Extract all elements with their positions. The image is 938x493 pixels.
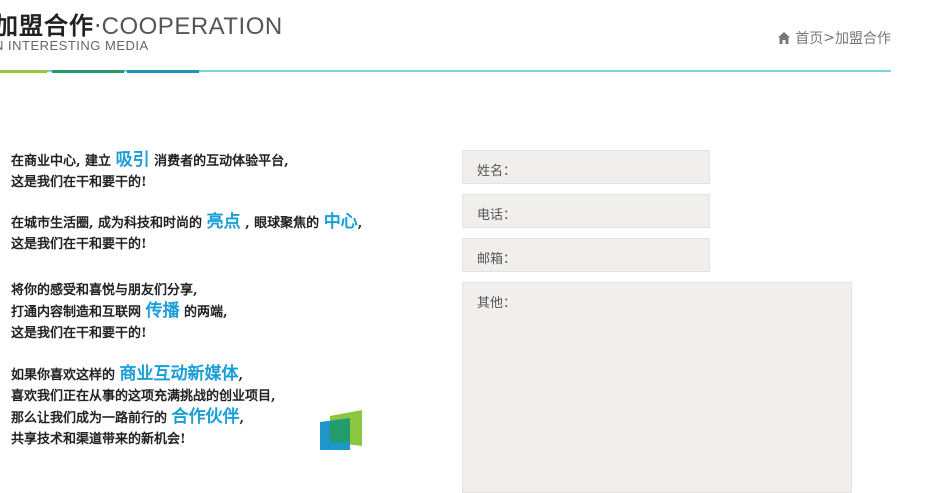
title-chinese: 加盟合作 (0, 12, 94, 40)
email-field: 邮箱： (462, 238, 710, 272)
intro-paragraph-3: 将你的感受和喜悦与朋友们分享, 打通内容制造和互联网 传播 的两端, 这是我们在… (11, 280, 228, 344)
intro-line: 将你的感受和喜悦与朋友们分享, (11, 283, 198, 298)
highlight-text: 商业互动新媒体 (119, 364, 239, 384)
name-field: 姓名： (462, 150, 710, 184)
intro-line: 在商业中心, 建立 吸引 消费者的互动体验平台, (11, 150, 289, 170)
other-textarea[interactable] (463, 283, 851, 492)
page-title: 加盟合作·COOPERATION (0, 6, 283, 41)
divider-segment-darkgreen (52, 70, 124, 73)
header-divider (0, 70, 891, 73)
phone-input[interactable] (463, 195, 709, 227)
name-input[interactable] (463, 151, 709, 183)
intro-line: 共享技术和渠道带来的新机会! (11, 432, 186, 447)
other-field: 其他： (462, 282, 852, 493)
intro-line: 在城市生活圈, 成为科技和时尚的 亮点 , 眼球聚焦的 中心, (11, 212, 363, 232)
highlight-text: 传播 (145, 301, 180, 321)
title-separator: · (94, 12, 102, 40)
highlight-text: 吸引 (115, 150, 150, 170)
intro-line: 喜欢我们正在从事的这项充满挑战的创业项目, (11, 389, 276, 404)
phone-field: 电话： (462, 194, 710, 228)
intro-line: 这是我们在干和要干的! (11, 175, 147, 190)
page-subtitle: N INTERESTING MEDIA (0, 38, 149, 53)
highlight-text: 合作伙伴 (171, 407, 240, 427)
divider-segment-blue (127, 70, 199, 73)
intro-paragraph-4: 如果你喜欢这样的 商业互动新媒体, 喜欢我们正在从事的这项充满挑战的创业项目, … (11, 364, 276, 450)
breadcrumb: 首页 > 加盟合作 (777, 28, 891, 48)
title-english: COOPERATION (101, 13, 283, 40)
intro-line: 如果你喜欢这样的 商业互动新媒体, (11, 364, 244, 384)
breadcrumb-home-link[interactable]: 首页 (795, 28, 823, 48)
breadcrumb-current-link[interactable]: 加盟合作 (835, 28, 891, 48)
brand-logo-icon (320, 410, 362, 450)
email-input[interactable] (463, 239, 709, 271)
divider-segment-green (0, 70, 47, 73)
highlight-text: 中心 (323, 212, 358, 232)
intro-line: 这是我们在干和要干的! (11, 326, 147, 341)
highlight-text: 亮点 (206, 212, 241, 232)
intro-paragraph-2: 在城市生活圈, 成为科技和时尚的 亮点 , 眼球聚焦的 中心, 这是我们在干和要… (11, 212, 362, 255)
breadcrumb-separator: > (823, 30, 835, 46)
intro-line: 打通内容制造和互联网 传播 的两端, (11, 301, 228, 321)
intro-paragraph-1: 在商业中心, 建立 吸引 消费者的互动体验平台, 这是我们在干和要干的! (11, 150, 289, 193)
home-icon (778, 32, 791, 44)
intro-line: 那么让我们成为一路前行的 合作伙伴, (11, 407, 245, 427)
intro-line: 这是我们在干和要干的! (11, 237, 147, 252)
